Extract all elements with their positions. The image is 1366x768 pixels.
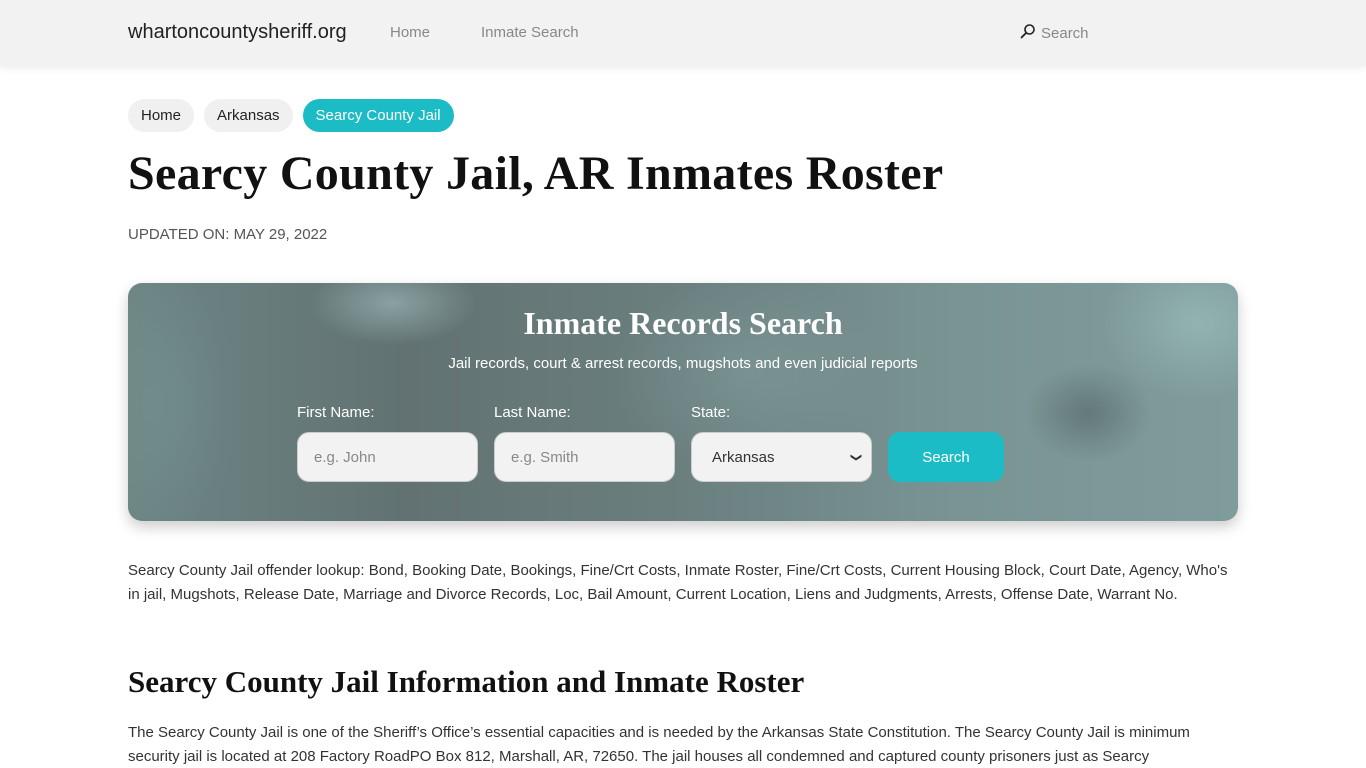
- search-icon: [1020, 23, 1036, 43]
- breadcrumb-arkansas[interactable]: Arkansas: [204, 99, 293, 132]
- offender-lookup-paragraph: Searcy County Jail offender lookup: Bond…: [128, 562, 1228, 603]
- search-card-subtitle: Jail records, court & arrest records, mu…: [448, 355, 918, 372]
- search-card-title: Inmate Records Search: [523, 305, 843, 341]
- state-label: State:: [691, 404, 731, 421]
- state-selected-value: Arkansas: [712, 448, 775, 466]
- nav-home-link[interactable]: Home: [390, 24, 430, 41]
- nav-search-button[interactable]: Search: [1020, 23, 1089, 43]
- breadcrumb-searcy-county-jail[interactable]: Searcy County Jail: [302, 99, 454, 132]
- inmate-search-card: Inmate Records Search Jail records, cour…: [128, 283, 1238, 521]
- last-name-input[interactable]: [494, 432, 675, 482]
- nav-inmate-search-link[interactable]: Inmate Search: [481, 24, 579, 41]
- breadcrumb: Home Arkansas Searcy County Jail: [128, 99, 454, 132]
- state-select[interactable]: Arkansas ❯: [691, 432, 872, 482]
- site-brand-link[interactable]: whartoncountysheriff.org: [128, 21, 347, 44]
- last-name-label: Last Name:: [494, 404, 571, 421]
- nav-search-label: Search: [1041, 24, 1089, 42]
- page-title: Searcy County Jail, AR Inmates Roster: [128, 147, 944, 200]
- updated-date: UPDATED ON: MAY 29, 2022: [128, 226, 328, 243]
- jail-info-paragraph: The Searcy County Jail is one of the She…: [128, 724, 1190, 765]
- top-navbar: whartoncountysheriff.org Home Inmate Sea…: [0, 0, 1366, 66]
- first-name-input[interactable]: [297, 432, 478, 482]
- breadcrumb-home[interactable]: Home: [128, 99, 195, 132]
- section-title: Searcy County Jail Information and Inmat…: [128, 664, 805, 699]
- search-button[interactable]: Search: [888, 432, 1004, 482]
- first-name-label: First Name:: [297, 404, 375, 421]
- chevron-down-icon: ❯: [849, 452, 862, 462]
